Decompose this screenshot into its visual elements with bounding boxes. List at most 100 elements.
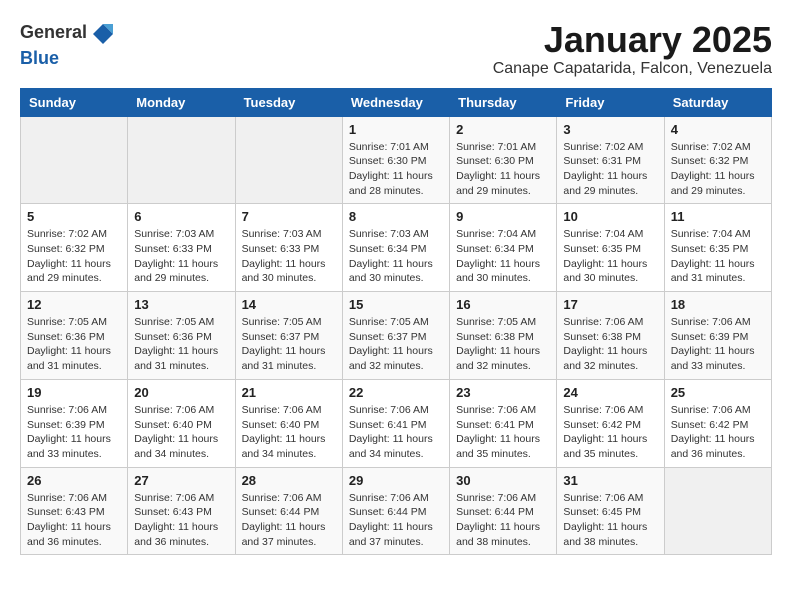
calendar-cell xyxy=(235,116,342,204)
calendar-cell: 16 Sunrise: 7:05 AMSunset: 6:38 PMDayligh… xyxy=(450,292,557,380)
day-number: 9 xyxy=(456,209,550,224)
calendar-cell: 9 Sunrise: 7:04 AMSunset: 6:34 PMDaylight… xyxy=(450,204,557,292)
calendar-cell: 22Sunrise: 7:06 AMSunset: 6:41 PMDayligh… xyxy=(342,379,449,467)
day-number: 2 xyxy=(456,122,550,137)
calendar-cell: 13 Sunrise: 7:05 AMSunset: 6:36 PMDayligh… xyxy=(128,292,235,380)
day-number: 31 xyxy=(563,473,657,488)
day-number: 23 xyxy=(456,385,550,400)
calendar-header: SundayMondayTuesdayWednesdayThursdayFrid… xyxy=(21,88,772,116)
logo-blue: Blue xyxy=(20,48,59,68)
weekday-header: Friday xyxy=(557,88,664,116)
day-info: Sunrise: 7:06 AMSunset: 6:43 PMDaylight:… xyxy=(134,491,228,550)
day-number: 30 xyxy=(456,473,550,488)
calendar-cell: 27 Sunrise: 7:06 AMSunset: 6:43 PMDayligh… xyxy=(128,467,235,555)
day-number: 8 xyxy=(349,209,443,224)
month-title: January 2025 xyxy=(493,20,772,60)
day-info: Sunrise: 7:06 AMSunset: 6:42 PMDaylight:… xyxy=(671,403,765,462)
day-number: 4 xyxy=(671,122,765,137)
weekday-header: Sunday xyxy=(21,88,128,116)
day-info: Sunrise: 7:01 AMSunset: 6:30 PMDaylight:… xyxy=(456,140,550,199)
title-area: January 2025 Canape Capatarida, Falcon, … xyxy=(493,20,772,78)
day-info: Sunrise: 7:02 AMSunset: 6:32 PMDaylight:… xyxy=(671,140,765,199)
day-number: 14 xyxy=(242,297,336,312)
day-number: 22 xyxy=(349,385,443,400)
day-number: 12 xyxy=(27,297,121,312)
calendar-week-row: 12 Sunrise: 7:05 AMSunset: 6:36 PMDayligh… xyxy=(21,292,772,380)
calendar-cell: 26 Sunrise: 7:06 AMSunset: 6:43 PMDayligh… xyxy=(21,467,128,555)
calendar-cell: 20 Sunrise: 7:06 AMSunset: 6:40 PMDayligh… xyxy=(128,379,235,467)
calendar-cell: 21Sunrise: 7:06 AMSunset: 6:40 PMDayligh… xyxy=(235,379,342,467)
logo-icon xyxy=(89,20,117,48)
day-number: 21 xyxy=(242,385,336,400)
day-info: Sunrise: 7:05 AMSunset: 6:38 PMDaylight:… xyxy=(456,315,550,374)
page-header: General Blue January 2025 Canape Capatar… xyxy=(20,20,772,78)
day-info: Sunrise: 7:04 AMSunset: 6:35 PMDaylight:… xyxy=(563,227,657,286)
calendar-cell: 24 Sunrise: 7:06 AMSunset: 6:42 PMDayligh… xyxy=(557,379,664,467)
calendar-cell xyxy=(21,116,128,204)
calendar-cell: 15Sunrise: 7:05 AMSunset: 6:37 PMDayligh… xyxy=(342,292,449,380)
day-info: Sunrise: 7:06 AMSunset: 6:43 PMDaylight:… xyxy=(27,491,121,550)
calendar-cell: 7 Sunrise: 7:03 AMSunset: 6:33 PMDaylight… xyxy=(235,204,342,292)
day-info: Sunrise: 7:03 AMSunset: 6:33 PMDaylight:… xyxy=(134,227,228,286)
calendar-week-row: 5Sunrise: 7:02 AMSunset: 6:32 PMDaylight… xyxy=(21,204,772,292)
calendar-cell: 10 Sunrise: 7:04 AMSunset: 6:35 PMDayligh… xyxy=(557,204,664,292)
calendar-cell: 12Sunrise: 7:05 AMSunset: 6:36 PMDayligh… xyxy=(21,292,128,380)
day-info: Sunrise: 7:04 AMSunset: 6:34 PMDaylight:… xyxy=(456,227,550,286)
day-info: Sunrise: 7:06 AMSunset: 6:40 PMDaylight:… xyxy=(134,403,228,462)
day-number: 26 xyxy=(27,473,121,488)
day-info: Sunrise: 7:05 AMSunset: 6:36 PMDaylight:… xyxy=(134,315,228,374)
day-number: 17 xyxy=(563,297,657,312)
logo-text: General Blue xyxy=(20,20,119,69)
weekday-header: Saturday xyxy=(664,88,771,116)
calendar-cell: 31 Sunrise: 7:06 AMSunset: 6:45 PMDayligh… xyxy=(557,467,664,555)
day-info: Sunrise: 7:06 AMSunset: 6:42 PMDaylight:… xyxy=(563,403,657,462)
day-info: Sunrise: 7:06 AMSunset: 6:39 PMDaylight:… xyxy=(671,315,765,374)
calendar-cell: 17 Sunrise: 7:06 AMSunset: 6:38 PMDayligh… xyxy=(557,292,664,380)
day-number: 19 xyxy=(27,385,121,400)
day-info: Sunrise: 7:05 AMSunset: 6:37 PMDaylight:… xyxy=(349,315,443,374)
day-info: Sunrise: 7:06 AMSunset: 6:39 PMDaylight:… xyxy=(27,403,121,462)
day-info: Sunrise: 7:06 AMSunset: 6:44 PMDaylight:… xyxy=(456,491,550,550)
day-number: 25 xyxy=(671,385,765,400)
day-info: Sunrise: 7:06 AMSunset: 6:44 PMDaylight:… xyxy=(349,491,443,550)
day-number: 1 xyxy=(349,122,443,137)
day-info: Sunrise: 7:06 AMSunset: 6:45 PMDaylight:… xyxy=(563,491,657,550)
day-info: Sunrise: 7:02 AMSunset: 6:31 PMDaylight:… xyxy=(563,140,657,199)
day-number: 7 xyxy=(242,209,336,224)
day-info: Sunrise: 7:02 AMSunset: 6:32 PMDaylight:… xyxy=(27,227,121,286)
day-number: 24 xyxy=(563,385,657,400)
calendar-body: 1 Sunrise: 7:01 AMSunset: 6:30 PMDaylight… xyxy=(21,116,772,555)
calendar-cell xyxy=(128,116,235,204)
logo-general: General xyxy=(20,22,87,42)
calendar-cell: 30 Sunrise: 7:06 AMSunset: 6:44 PMDayligh… xyxy=(450,467,557,555)
day-info: Sunrise: 7:03 AMSunset: 6:34 PMDaylight:… xyxy=(349,227,443,286)
weekday-header: Wednesday xyxy=(342,88,449,116)
calendar-week-row: 19 Sunrise: 7:06 AMSunset: 6:39 PMDayligh… xyxy=(21,379,772,467)
day-number: 29 xyxy=(349,473,443,488)
calendar-cell: 3Sunrise: 7:02 AMSunset: 6:31 PMDaylight… xyxy=(557,116,664,204)
day-number: 6 xyxy=(134,209,228,224)
calendar-cell: 6 Sunrise: 7:03 AMSunset: 6:33 PMDaylight… xyxy=(128,204,235,292)
day-info: Sunrise: 7:03 AMSunset: 6:33 PMDaylight:… xyxy=(242,227,336,286)
weekday-header: Thursday xyxy=(450,88,557,116)
day-number: 27 xyxy=(134,473,228,488)
calendar-table: SundayMondayTuesdayWednesdayThursdayFrid… xyxy=(20,88,772,556)
calendar-week-row: 1 Sunrise: 7:01 AMSunset: 6:30 PMDaylight… xyxy=(21,116,772,204)
logo: General Blue xyxy=(20,20,119,69)
calendar-cell: 5Sunrise: 7:02 AMSunset: 6:32 PMDaylight… xyxy=(21,204,128,292)
calendar-cell: 18Sunrise: 7:06 AMSunset: 6:39 PMDayligh… xyxy=(664,292,771,380)
calendar-week-row: 26 Sunrise: 7:06 AMSunset: 6:43 PMDayligh… xyxy=(21,467,772,555)
day-number: 16 xyxy=(456,297,550,312)
day-number: 20 xyxy=(134,385,228,400)
calendar-cell: 14 Sunrise: 7:05 AMSunset: 6:37 PMDayligh… xyxy=(235,292,342,380)
day-info: Sunrise: 7:06 AMSunset: 6:38 PMDaylight:… xyxy=(563,315,657,374)
calendar-cell: 29 Sunrise: 7:06 AMSunset: 6:44 PMDayligh… xyxy=(342,467,449,555)
day-number: 10 xyxy=(563,209,657,224)
location: Canape Capatarida, Falcon, Venezuela xyxy=(493,60,772,78)
calendar-cell xyxy=(664,467,771,555)
day-info: Sunrise: 7:05 AMSunset: 6:37 PMDaylight:… xyxy=(242,315,336,374)
calendar-cell: 1Sunrise: 7:01 AMSunset: 6:30 PMDaylight… xyxy=(342,116,449,204)
calendar-cell: 28Sunrise: 7:06 AMSunset: 6:44 PMDayligh… xyxy=(235,467,342,555)
day-number: 13 xyxy=(134,297,228,312)
day-info: Sunrise: 7:06 AMSunset: 6:44 PMDaylight:… xyxy=(242,491,336,550)
